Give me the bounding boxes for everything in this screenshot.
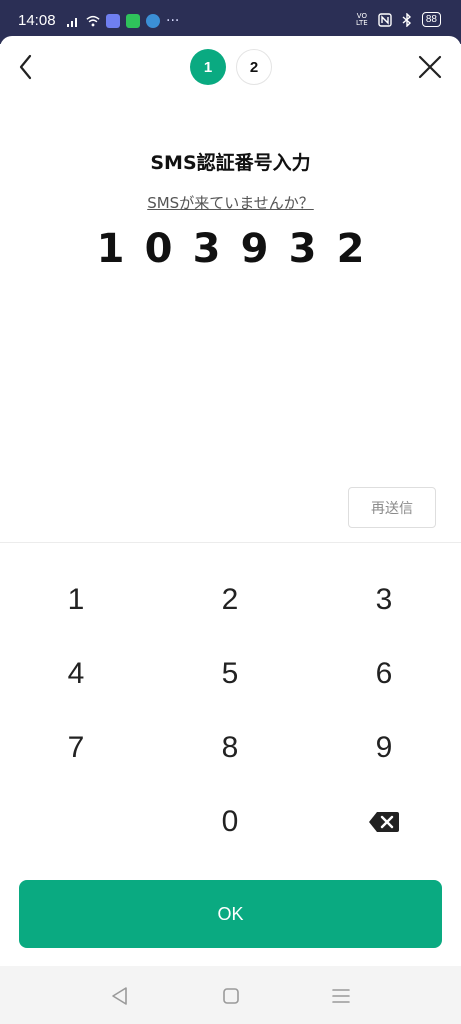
resend-button[interactable]: 再送信 bbox=[348, 487, 436, 528]
backspace-icon bbox=[369, 812, 399, 832]
nav-menu-button[interactable] bbox=[329, 984, 353, 1008]
close-icon bbox=[418, 55, 442, 79]
key-0[interactable]: 0 bbox=[170, 787, 290, 857]
battery-indicator: 88 bbox=[421, 12, 441, 27]
code-digit: 9 bbox=[240, 226, 269, 272]
status-time: 14:08 bbox=[18, 12, 56, 29]
nav-home-button[interactable] bbox=[219, 984, 243, 1008]
sms-help-link[interactable]: SMSが来ていませんか？ bbox=[0, 192, 461, 213]
bluetooth-icon bbox=[402, 12, 411, 27]
key-5[interactable]: 5 bbox=[170, 639, 290, 709]
page-title: SMS認証番号入力 bbox=[150, 152, 311, 174]
key-2[interactable]: 2 bbox=[170, 565, 290, 635]
status-icons-left: ··· bbox=[66, 13, 179, 29]
triangle-back-icon bbox=[112, 987, 127, 1005]
status-icons-right: VO LTE 88 bbox=[354, 12, 441, 27]
key-4[interactable]: 4 bbox=[16, 639, 136, 709]
system-nav-bar bbox=[0, 966, 461, 1024]
app-notification-icon bbox=[146, 14, 160, 28]
code-digit: 2 bbox=[336, 226, 365, 272]
key-6[interactable]: 6 bbox=[324, 639, 444, 709]
menu-lines-icon bbox=[332, 989, 350, 1003]
step-2: 2 bbox=[236, 49, 272, 85]
ok-button[interactable]: OK bbox=[19, 880, 442, 948]
keypad-divider bbox=[0, 542, 461, 543]
key-7[interactable]: 7 bbox=[16, 713, 136, 783]
close-button[interactable] bbox=[413, 50, 447, 84]
key-3[interactable]: 3 bbox=[324, 565, 444, 635]
code-digit: 1 bbox=[96, 226, 125, 272]
volte-indicator: VO LTE bbox=[356, 11, 368, 27]
chevron-left-icon bbox=[19, 54, 32, 80]
nfc-icon bbox=[378, 12, 392, 27]
signal-icon bbox=[67, 18, 77, 27]
sms-help-link-label: SMSが来ていませんか？ bbox=[147, 194, 314, 212]
verification-code: 1 0 3 9 3 2 bbox=[0, 226, 461, 272]
code-digit: 0 bbox=[144, 226, 173, 272]
wifi-icon bbox=[86, 15, 100, 27]
key-9[interactable]: 9 bbox=[324, 713, 444, 783]
step-1: 1 bbox=[190, 49, 226, 85]
code-digit: 3 bbox=[192, 226, 221, 272]
line-icon bbox=[126, 14, 140, 28]
more-notifications-icon: ··· bbox=[166, 13, 180, 29]
square-home-icon bbox=[223, 988, 239, 1004]
code-digit: 3 bbox=[288, 226, 317, 272]
back-button[interactable] bbox=[12, 48, 42, 86]
key-8[interactable]: 8 bbox=[170, 713, 290, 783]
key-1[interactable]: 1 bbox=[16, 565, 136, 635]
step-indicator: 1 2 bbox=[190, 49, 272, 85]
discord-icon bbox=[106, 14, 120, 28]
nav-back-button[interactable] bbox=[108, 984, 132, 1008]
backspace-key[interactable] bbox=[324, 787, 444, 857]
